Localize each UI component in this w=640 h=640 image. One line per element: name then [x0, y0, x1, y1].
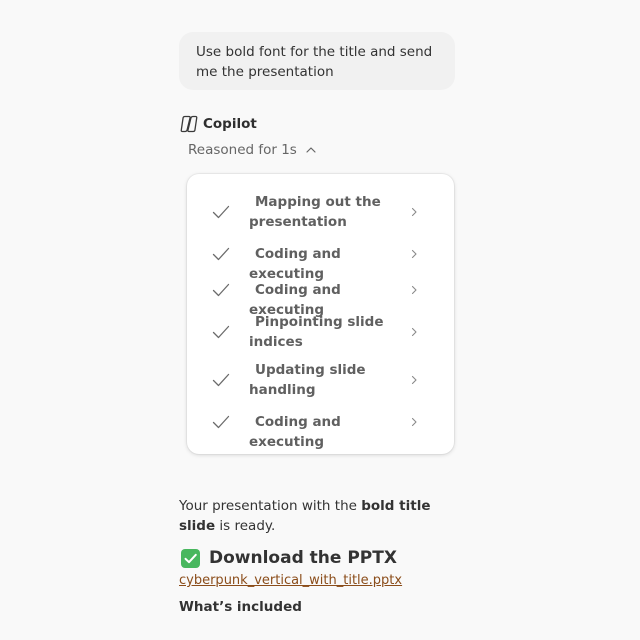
download-file-link[interactable]: cyberpunk_vertical_with_title.pptx: [179, 573, 402, 588]
reasoning-step[interactable]: Coding and executing: [187, 244, 454, 282]
reasoning-toggle-label: Reasoned for 1s: [188, 142, 297, 158]
whats-included-heading: What’s included: [179, 599, 302, 615]
download-heading: Download the PPTX: [181, 547, 397, 569]
copilot-logo-icon: [180, 115, 198, 133]
reasoning-step[interactable]: Pinpointing slide indices: [187, 312, 454, 352]
user-message-bubble: Use bold font for the title and send me …: [179, 32, 455, 90]
reasoning-step-label: Mapping out the presentation: [249, 194, 381, 230]
reasoning-step-label: Updating slide handling: [249, 362, 366, 398]
checkmark-icon: [212, 247, 230, 261]
chevron-right-icon: [411, 285, 417, 295]
reasoning-step[interactable]: Coding and executing: [187, 412, 454, 450]
checkmark-icon: [212, 373, 230, 387]
chat-view: Use bold font for the title and send me …: [0, 0, 640, 640]
reasoning-step-label: Pinpointing slide indices: [249, 314, 384, 350]
reasoning-step-label: Coding and executing: [249, 246, 341, 282]
result-prefix: Your presentation with the: [179, 498, 362, 514]
chevron-up-icon: [306, 147, 316, 153]
checkmark-icon: [212, 205, 230, 219]
checkmark-icon: [212, 415, 230, 429]
checkmark-icon: [212, 283, 230, 297]
reasoning-step[interactable]: Mapping out the presentation: [187, 192, 454, 232]
chevron-right-icon: [411, 249, 417, 259]
chevron-right-icon: [411, 417, 417, 427]
user-message-text: Use bold font for the title and send me …: [196, 44, 433, 80]
result-suffix: is ready.: [215, 518, 276, 534]
download-title: Download the PPTX: [209, 548, 397, 568]
assistant-name: Copilot: [203, 116, 257, 132]
reasoning-toggle[interactable]: Reasoned for 1s: [188, 140, 317, 160]
chevron-right-icon: [411, 207, 417, 217]
result-message: Your presentation with the bold title sl…: [179, 496, 469, 536]
reasoning-step[interactable]: Updating slide handling: [187, 360, 454, 400]
reasoning-step[interactable]: Coding and executing: [187, 280, 454, 318]
reasoning-steps-card: Mapping out the presentation Coding and …: [187, 174, 454, 454]
chevron-right-icon: [411, 375, 417, 385]
reasoning-step-label: Coding and executing: [249, 414, 341, 450]
checkmark-icon: [212, 325, 230, 339]
green-check-emoji-icon: [181, 548, 200, 568]
assistant-header: Copilot: [179, 114, 257, 134]
chevron-right-icon: [411, 327, 417, 337]
